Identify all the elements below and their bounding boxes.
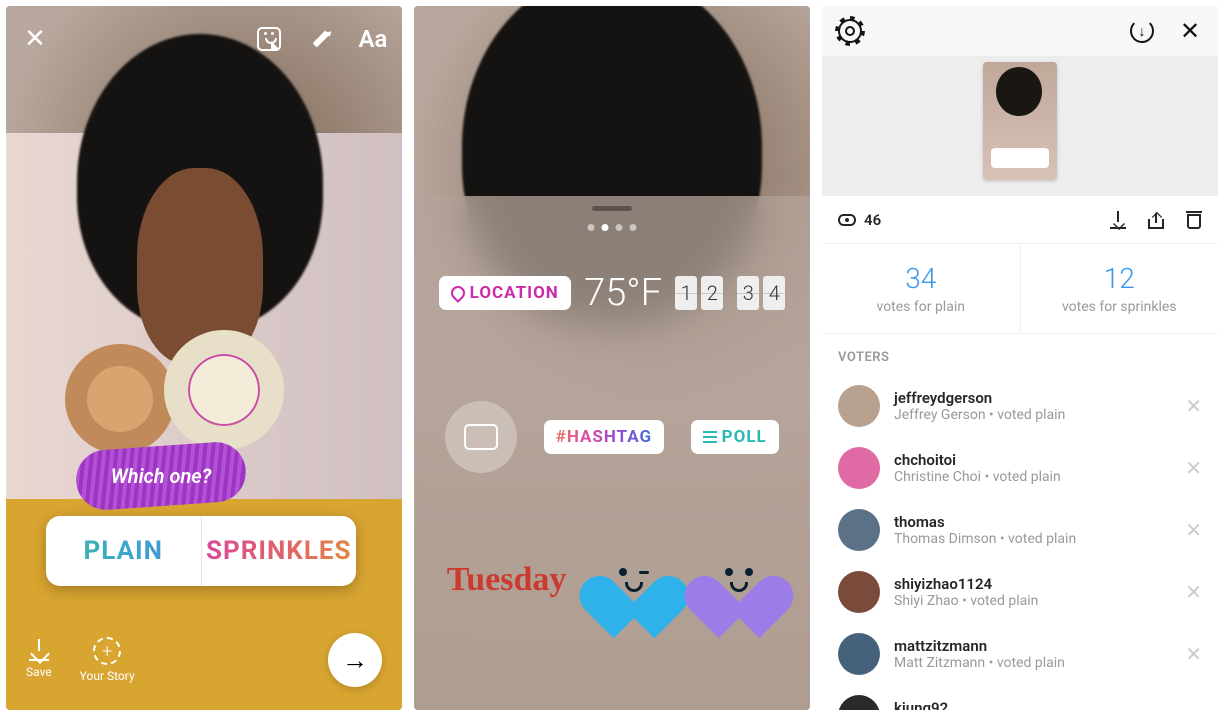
heart-purple-sticker[interactable] (701, 546, 777, 614)
voter-row[interactable]: shiyizhao1124 Shiyi Zhao • voted plain ✕ (822, 561, 1218, 623)
voter-username: jeffreydgerson (894, 389, 1171, 407)
eye-icon (838, 214, 856, 226)
save-button[interactable]: Save (26, 637, 52, 683)
page-indicator (588, 224, 637, 231)
settings-icon[interactable] (836, 17, 864, 45)
voter-subtitle: Shiyi Zhao • voted plain (894, 593, 1171, 609)
dismiss-icon[interactable]: ✕ (1185, 394, 1202, 418)
voter-row[interactable]: mattzitzmann Matt Zitzmann • voted plain… (822, 623, 1218, 685)
dismiss-icon[interactable]: ✕ (1185, 704, 1202, 710)
location-sticker[interactable]: LOCATION (439, 276, 571, 310)
sticker-icon[interactable] (254, 24, 284, 54)
voters-list: jeffreydgerson Jeffrey Gerson • voted pl… (822, 375, 1218, 710)
share-icon[interactable] (1148, 211, 1164, 229)
avatar (838, 633, 880, 675)
your-story-button[interactable]: Your Story (80, 637, 135, 683)
draw-icon[interactable] (306, 24, 336, 54)
vote-summary: 34 votes for plain 12 votes for sprinkle… (822, 244, 1218, 334)
votes-option-b: 12 votes for sprinkles (1021, 244, 1219, 333)
heart-blue-sticker[interactable] (596, 546, 672, 614)
voter-row[interactable]: chchoitoi Christine Choi • voted plain ✕ (822, 437, 1218, 499)
close-icon[interactable] (1176, 17, 1204, 45)
drag-handle[interactable] (592, 206, 632, 211)
voter-subtitle: Jeffrey Gerson • voted plain (894, 407, 1171, 423)
hashtag-sticker[interactable]: #HASHTAG (544, 420, 664, 454)
send-button[interactable] (328, 633, 382, 687)
sticker-picker-screen: LOCATION 75°F 1 2 3 4 #HASHTAG POLL Tues… (414, 6, 810, 710)
poll-sticker-option[interactable]: POLL (691, 420, 779, 454)
votes-option-a: 34 votes for plain (822, 244, 1021, 333)
poll-option-a[interactable]: PLAIN (46, 516, 202, 586)
dismiss-icon[interactable]: ✕ (1185, 580, 1202, 604)
dismiss-icon[interactable]: ✕ (1185, 456, 1202, 480)
voter-subtitle: Matt Zitzmann • voted plain (894, 655, 1171, 671)
avatar (838, 695, 880, 710)
poll-option-b[interactable]: SPRINKLES (202, 516, 357, 586)
voter-username: thomas (894, 513, 1171, 531)
avatar (838, 571, 880, 613)
voter-username: mattzitzmann (894, 637, 1171, 655)
story-editor-screen: Aa Which one? PLAIN SPRINKLES Save Your … (6, 6, 402, 710)
voter-row[interactable]: thomas Thomas Dimson • voted plain ✕ (822, 499, 1218, 561)
trash-icon[interactable] (1186, 211, 1202, 229)
story-thumbnail-tray (822, 56, 1218, 196)
camera-sticker[interactable] (445, 401, 517, 473)
story-thumbnail[interactable] (983, 62, 1057, 180)
poll-sticker[interactable]: PLAIN SPRINKLES (46, 516, 356, 586)
poll-question-scribble[interactable]: Which one? (76, 446, 246, 506)
close-icon[interactable] (20, 24, 50, 54)
avatar (838, 385, 880, 427)
dismiss-icon[interactable]: ✕ (1185, 518, 1202, 542)
your-story-icon (93, 637, 121, 665)
voter-username: kjung92 (894, 699, 1171, 710)
refresh-download-icon[interactable] (1128, 17, 1156, 45)
poll-results-screen: 46 34 votes for plain 12 votes for sprin… (822, 6, 1218, 710)
voter-username: shiyizhao1124 (894, 575, 1171, 593)
voter-subtitle: Christine Choi • voted plain (894, 469, 1171, 485)
dismiss-icon[interactable]: ✕ (1185, 642, 1202, 666)
poll-question-text: Which one? (76, 446, 246, 506)
clock-sticker[interactable]: 1 2 3 4 (675, 276, 785, 310)
voter-row[interactable]: kjung92 Kevin Jung • voted plain ✕ (822, 685, 1218, 710)
day-sticker[interactable]: Tuesday (447, 561, 567, 599)
voter-username: chchoitoi (894, 451, 1171, 469)
download-icon[interactable] (1110, 211, 1126, 229)
temperature-sticker[interactable]: 75°F (584, 271, 662, 315)
avatar (838, 509, 880, 551)
view-count: 46 (838, 211, 881, 229)
avatar (838, 447, 880, 489)
voter-subtitle: Thomas Dimson • voted plain (894, 531, 1171, 547)
download-icon (27, 637, 51, 661)
story-photo (6, 6, 402, 710)
voter-row[interactable]: jeffreydgerson Jeffrey Gerson • voted pl… (822, 375, 1218, 437)
text-tool-icon[interactable]: Aa (358, 24, 388, 54)
voters-header: VOTERS (822, 334, 1218, 375)
